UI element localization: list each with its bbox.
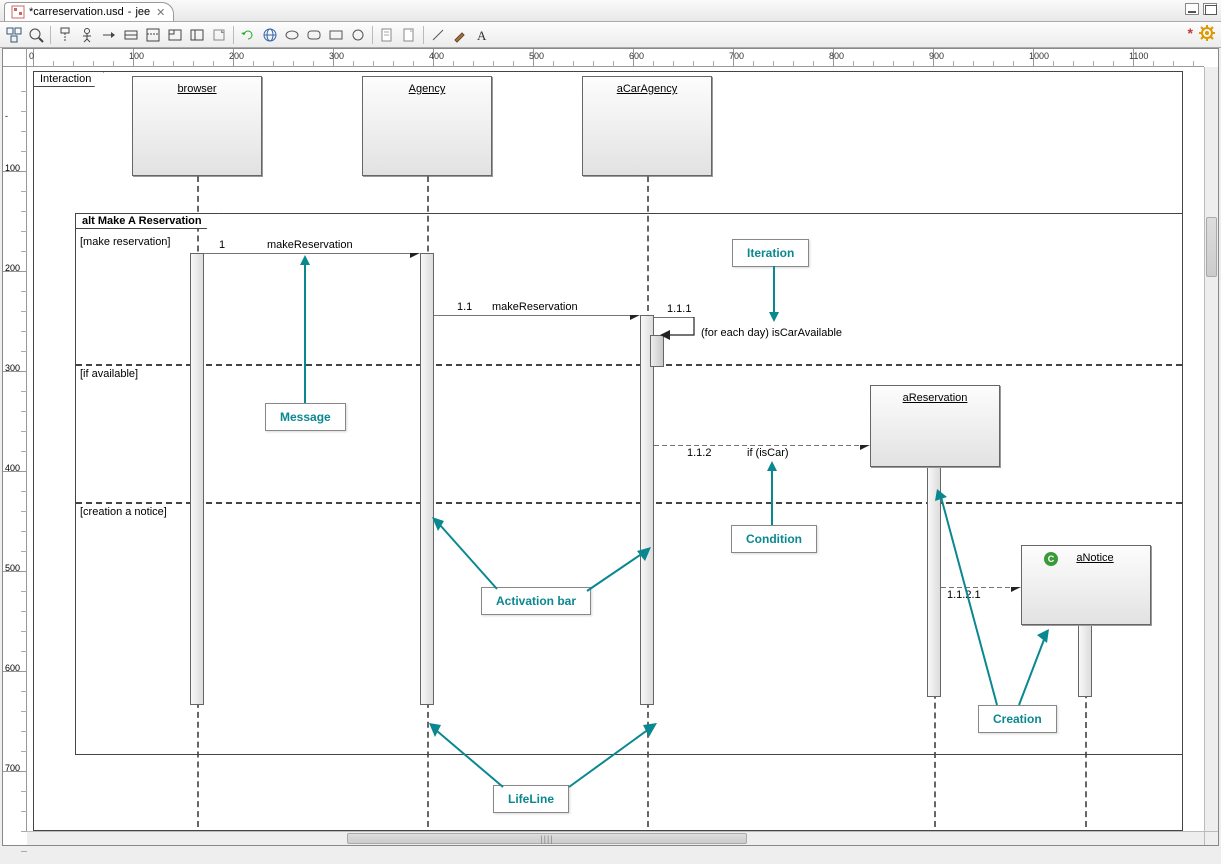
actor-tool-icon[interactable]	[77, 25, 97, 45]
guard-if-available: [if available]	[80, 368, 138, 380]
ellipse-tool-icon[interactable]	[282, 25, 302, 45]
scrollbar-thumb[interactable]: ||||	[347, 833, 747, 844]
participant-acaragency[interactable]: aCarAgency	[582, 76, 712, 176]
rect-tool-icon[interactable]	[326, 25, 346, 45]
tab-bar: *carreservation.usd - jee ✕	[0, 0, 1221, 22]
message-tool-icon[interactable]	[99, 25, 119, 45]
brush-tool-icon[interactable]	[450, 25, 470, 45]
callout-arrow-creation-2	[1015, 629, 1055, 712]
activation-anotice[interactable]	[1078, 623, 1092, 697]
message-1-1-text: makeReservation	[492, 301, 578, 313]
callout-arrow-message	[295, 255, 315, 406]
page-tool-icon[interactable]	[377, 25, 397, 45]
dirty-indicator-icon: *	[1188, 25, 1193, 41]
scrollbar-thumb[interactable]	[1206, 217, 1217, 277]
guard-make-reservation: [make reservation]	[80, 236, 170, 248]
text-tool-icon[interactable]: A	[472, 25, 492, 45]
participant-label: aNotice	[1076, 552, 1113, 564]
message-1-num: 1	[219, 239, 225, 251]
participant-label: Agency	[409, 83, 446, 95]
diagram-canvas[interactable]: Interaction browser Agency aCarAgency al…	[27, 67, 1204, 831]
globe-tool-icon[interactable]	[260, 25, 280, 45]
interaction-use-tool-icon[interactable]	[165, 25, 185, 45]
callout-message: Message	[265, 403, 346, 431]
toolbar-separator	[50, 26, 51, 44]
vertical-ruler: 100200300400500600700-	[3, 67, 27, 831]
message-1-1[interactable]	[434, 315, 640, 331]
line-tool-icon[interactable]	[428, 25, 448, 45]
diagram-editor: 010020030040050060070080090010001100 100…	[2, 48, 1219, 846]
message-1-text: makeReservation	[267, 239, 353, 251]
message-1-1-num: 1.1	[457, 301, 472, 313]
window-controls	[1185, 3, 1217, 15]
callout-condition: Condition	[731, 525, 817, 553]
participant-label: aCarAgency	[617, 83, 678, 95]
return-tool-icon[interactable]	[121, 25, 141, 45]
page2-tool-icon[interactable]	[399, 25, 419, 45]
creation-marker-icon: C	[1044, 552, 1058, 566]
minimize-button[interactable]	[1185, 3, 1199, 15]
toolbar-separator	[233, 26, 234, 44]
frame-tool-icon[interactable]	[187, 25, 207, 45]
guard-creation-notice: [creation a notice]	[80, 506, 167, 518]
rounded-rect-tool-icon[interactable]	[304, 25, 324, 45]
tab-perspective-sep: -	[128, 6, 132, 18]
participant-anotice[interactable]: C aNotice	[1021, 545, 1151, 625]
activation-acaragency[interactable]	[640, 315, 654, 705]
message-1-1-1-text: (for each day) isCarAvailable	[701, 327, 842, 339]
vertical-scrollbar[interactable]	[1204, 67, 1218, 831]
interaction-frame-label: Interaction	[33, 71, 104, 87]
circle-tool-icon[interactable]	[348, 25, 368, 45]
svg-text:A: A	[477, 28, 487, 43]
settings-icon[interactable]	[1199, 25, 1215, 41]
alt-divider	[76, 502, 1182, 504]
refresh-tool-icon[interactable]	[238, 25, 258, 45]
participant-agency[interactable]: Agency	[362, 76, 492, 176]
diagram-toolbar: A *	[0, 22, 1221, 48]
scroll-corner	[1204, 831, 1218, 845]
lifeline-tool-icon[interactable]	[55, 25, 75, 45]
participant-label: browser	[177, 83, 216, 95]
participant-label: aReservation	[903, 392, 968, 404]
combined-fragment-tool-icon[interactable]	[143, 25, 163, 45]
close-icon[interactable]: ✕	[156, 6, 165, 19]
toolbar-separator	[372, 26, 373, 44]
note-tool-icon[interactable]	[209, 25, 229, 45]
zoom-tool-icon[interactable]	[26, 25, 46, 45]
tab-perspective: jee	[135, 6, 150, 18]
alt-fragment-label: alt Make A Reservation	[75, 213, 219, 229]
toolbar-separator	[423, 26, 424, 44]
tab-title: *carreservation.usd	[29, 6, 124, 18]
horizontal-scrollbar[interactable]: ||||	[27, 831, 1204, 845]
participant-browser[interactable]: browser	[132, 76, 262, 176]
editor-tab[interactable]: *carreservation.usd - jee ✕	[4, 2, 174, 21]
message-1-1-2-text: if (isCar)	[747, 447, 789, 459]
callout-arrow-creation-1	[935, 489, 1005, 712]
message-1-1-1-num: 1.1.1	[667, 303, 691, 315]
callout-arrow-activation-1	[432, 517, 502, 598]
participant-areservation[interactable]: aReservation	[870, 385, 1000, 467]
maximize-button[interactable]	[1203, 3, 1217, 15]
layout-tool-icon[interactable]	[4, 25, 24, 45]
horizontal-ruler: 010020030040050060070080090010001100	[27, 49, 1204, 67]
callout-arrow-lifeline-2	[569, 723, 659, 796]
ruler-corner	[3, 49, 27, 67]
callout-arrow-activation-2	[587, 547, 657, 598]
alt-divider	[76, 364, 1182, 366]
activation-browser[interactable]	[190, 253, 204, 705]
message-1-1-2-num: 1.1.2	[687, 447, 711, 459]
activation-agency[interactable]	[420, 253, 434, 705]
callout-iteration: Iteration	[732, 239, 809, 267]
callout-arrow-lifeline-1	[429, 723, 509, 796]
uml-file-icon	[11, 5, 25, 19]
callout-arrow-iteration	[764, 266, 784, 325]
callout-arrow-condition	[762, 461, 782, 528]
